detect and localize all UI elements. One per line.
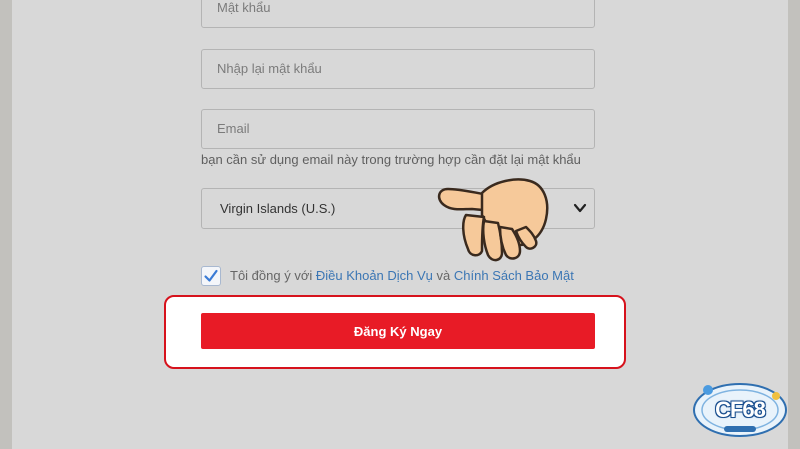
confirm-password-placeholder: Nhập lại mật khẩu <box>217 61 322 76</box>
email-hint: bạn cần sử dụng email này trong trường h… <box>201 152 581 167</box>
email-placeholder: Email <box>217 121 250 136</box>
terms-prefix: Tôi đồng ý với <box>230 268 316 283</box>
privacy-policy-link[interactable]: Chính Sách Bảo Mật <box>454 268 574 283</box>
chevron-down-icon <box>573 203 587 213</box>
terms-checkbox[interactable] <box>201 266 221 286</box>
email-field[interactable]: Email <box>201 109 595 149</box>
confirm-password-field[interactable]: Nhập lại mật khẩu <box>201 49 595 89</box>
terms-and: và <box>432 268 454 283</box>
left-border <box>0 0 12 449</box>
terms-text: Tôi đồng ý với Điều Khoản Dịch Vụ và Chí… <box>230 268 574 283</box>
pointing-hand-icon <box>437 178 549 262</box>
password-field[interactable]: Mật khẩu <box>201 0 595 28</box>
terms-of-service-link[interactable]: Điều Khoản Dịch Vụ <box>316 268 433 283</box>
password-placeholder: Mật khẩu <box>217 0 271 15</box>
cf68-logo: CF68 <box>688 376 792 440</box>
checkmark-icon <box>204 269 218 282</box>
country-select-value: Virgin Islands (U.S.) <box>220 201 336 216</box>
register-now-button[interactable]: Đăng Ký Ngay <box>201 313 595 349</box>
logo-text: CF68 <box>715 397 766 422</box>
